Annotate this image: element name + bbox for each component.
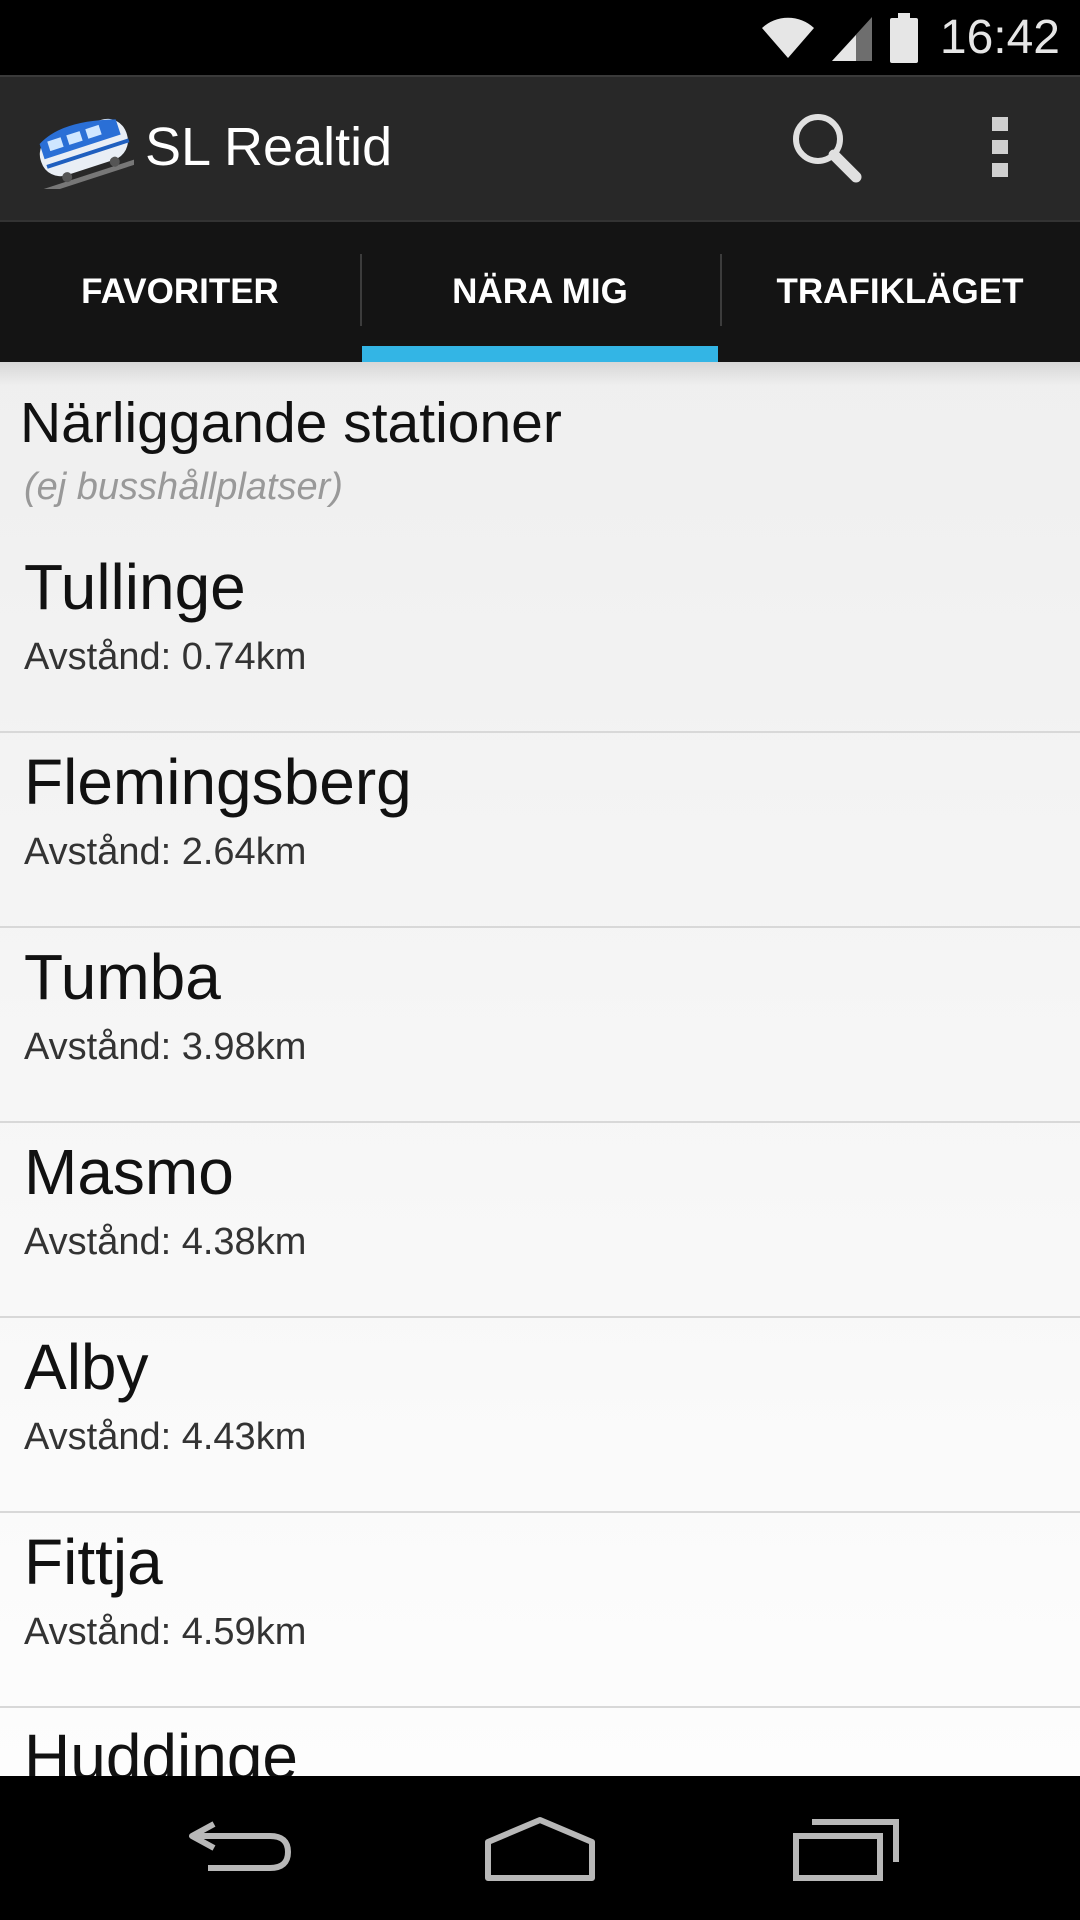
station-item-masmo[interactable]: Masmo Avstånd: 4.38km bbox=[0, 1123, 1080, 1318]
recents-icon[interactable] bbox=[786, 1812, 906, 1884]
station-distance: Avstånd: 4.43km bbox=[24, 1416, 307, 1458]
station-name: Tullinge bbox=[24, 551, 246, 623]
nav-bar bbox=[0, 1776, 1080, 1920]
wifi-icon bbox=[761, 17, 814, 58]
station-distance: Avstånd: 0.74km bbox=[24, 636, 307, 678]
station-item-alby[interactable]: Alby Avstånd: 4.43km bbox=[0, 1318, 1080, 1513]
station-distance: Avstånd: 4.59km bbox=[24, 1611, 307, 1653]
section-title: Närliggande stationer bbox=[20, 391, 562, 455]
station-item-flemingsberg[interactable]: Flemingsberg Avstånd: 2.64km bbox=[0, 733, 1080, 928]
status-bar: 16:42 bbox=[0, 0, 1080, 75]
battery-icon bbox=[889, 12, 918, 63]
station-item-huddinge[interactable]: Huddinge bbox=[0, 1708, 1080, 1776]
tab-nara-mig[interactable]: NÄRA MIG bbox=[360, 222, 720, 362]
station-name: Fittja bbox=[24, 1526, 163, 1598]
station-distance: Avstånd: 4.38km bbox=[24, 1221, 307, 1263]
back-icon[interactable] bbox=[180, 1812, 300, 1884]
station-name: Huddinge bbox=[24, 1721, 298, 1776]
station-item-tumba[interactable]: Tumba Avstånd: 3.98km bbox=[0, 928, 1080, 1123]
tab-favoriter[interactable]: FAVORITER bbox=[0, 222, 360, 362]
station-item-fittja[interactable]: Fittja Avstånd: 4.59km bbox=[0, 1513, 1080, 1708]
station-name: Flemingsberg bbox=[24, 746, 412, 818]
action-bar: SL Realtid bbox=[0, 75, 1080, 220]
station-distance: Avstånd: 2.64km bbox=[24, 831, 307, 873]
screen: 16:42 SL Realtid FAVORITER NÄRA MIG TRAF… bbox=[0, 0, 1080, 1920]
signal-icon bbox=[831, 16, 872, 61]
train-icon[interactable] bbox=[30, 101, 134, 189]
status-icons: 16:42 bbox=[760, 0, 1060, 75]
station-name: Alby bbox=[24, 1331, 149, 1403]
status-time: 16:42 bbox=[939, 11, 1060, 64]
home-icon[interactable] bbox=[480, 1812, 600, 1884]
station-list: Tullinge Avstånd: 0.74km Flemingsberg Av… bbox=[0, 538, 1080, 1776]
app-title: SL Realtid bbox=[145, 117, 393, 177]
station-distance: Avstånd: 3.98km bbox=[24, 1026, 307, 1068]
overflow-menu-icon[interactable] bbox=[970, 107, 1030, 187]
station-name: Tumba bbox=[24, 941, 221, 1013]
nearby-stations-panel: Närliggande stationer (ej busshållplatse… bbox=[0, 362, 1080, 1776]
station-name: Masmo bbox=[24, 1136, 234, 1208]
search-icon[interactable] bbox=[786, 107, 866, 187]
tab-trafiklaget[interactable]: TRAFIKLÄGET bbox=[720, 222, 1080, 362]
station-item-tullinge[interactable]: Tullinge Avstånd: 0.74km bbox=[0, 538, 1080, 733]
section-subtitle: (ej busshållplatser) bbox=[24, 466, 343, 508]
tab-bar: FAVORITER NÄRA MIG TRAFIKLÄGET bbox=[0, 220, 1080, 362]
